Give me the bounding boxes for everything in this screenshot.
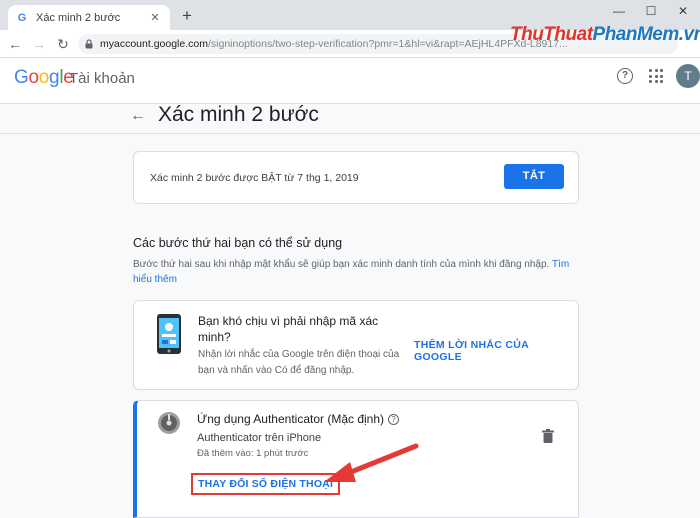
section-description: Bước thứ hai sau khi nhập mật khẩu sẽ gi… <box>133 259 570 285</box>
google-account-header: Google Tài khoản ? T <box>0 58 700 104</box>
turn-off-button[interactable]: TẮT <box>504 164 564 189</box>
google-logo[interactable]: Google <box>14 67 74 89</box>
account-label[interactable]: Tài khoản <box>69 70 135 87</box>
back-nav-icon[interactable]: ← <box>6 35 24 53</box>
authenticator-title: Ứng dụng Authenticator (Mặc định)? <box>197 412 400 426</box>
new-tab-button[interactable]: + <box>178 7 196 25</box>
trash-icon[interactable] <box>542 429 554 443</box>
tab-title: Xác minh 2 bước <box>36 11 121 24</box>
lock-icon <box>85 39 93 49</box>
tab-close-icon[interactable]: ✕ <box>148 11 162 25</box>
section-title: Các bước thứ hai bạn có thể sử dụng <box>133 236 343 250</box>
page-title: Xác minh 2 bước <box>158 103 319 126</box>
google-prompt-card: Bạn khó chịu vì phải nhập mã xác minh? N… <box>133 300 579 390</box>
google-favicon-icon: G <box>17 11 27 24</box>
avatar[interactable]: T <box>676 64 700 88</box>
browser-tab[interactable]: G Xác minh 2 bước ✕ <box>8 5 170 30</box>
authenticator-help-icon[interactable]: ? <box>388 414 400 425</box>
change-phone-button[interactable]: THAY ĐỔI SỐ ĐIỆN THOẠI <box>191 473 341 495</box>
title-divider <box>0 133 700 134</box>
forward-nav-icon[interactable]: → <box>30 35 48 53</box>
prompt-title: Bạn khó chịu vì phải nhập mã xác minh? <box>198 314 379 344</box>
add-google-prompt-link[interactable]: THÊM LỜI NHẮC CỦA GOOGLE <box>414 339 578 363</box>
close-window-button[interactable]: ✕ <box>668 0 698 22</box>
authenticator-added-time: Đã thêm vào: 1 phút trước <box>197 448 309 459</box>
reload-icon[interactable]: ↻ <box>54 35 72 53</box>
watermark-logo: ThuThuatPhanMem.vn <box>510 24 700 45</box>
status-card: Xác minh 2 bước được BẬT từ 7 thg 1, 201… <box>133 151 579 204</box>
authenticator-icon <box>158 412 180 434</box>
phone-illustration-icon <box>157 314 181 354</box>
authenticator-device: Authenticator trên iPhone <box>197 432 322 444</box>
url-host: myaccount.google.com <box>100 38 208 50</box>
prompt-description: Nhận lời nhắc của Google trên điện thoại… <box>198 349 400 376</box>
help-icon[interactable]: ? <box>617 68 633 84</box>
maximize-button[interactable]: ☐ <box>636 0 666 22</box>
back-arrow-icon[interactable]: ← <box>130 106 150 126</box>
minimize-button[interactable]: — <box>604 0 634 22</box>
apps-grid-icon[interactable] <box>649 69 663 83</box>
annotation-arrow-icon <box>324 443 419 482</box>
status-text: Xác minh 2 bước được BẬT từ 7 thg 1, 201… <box>150 172 359 184</box>
